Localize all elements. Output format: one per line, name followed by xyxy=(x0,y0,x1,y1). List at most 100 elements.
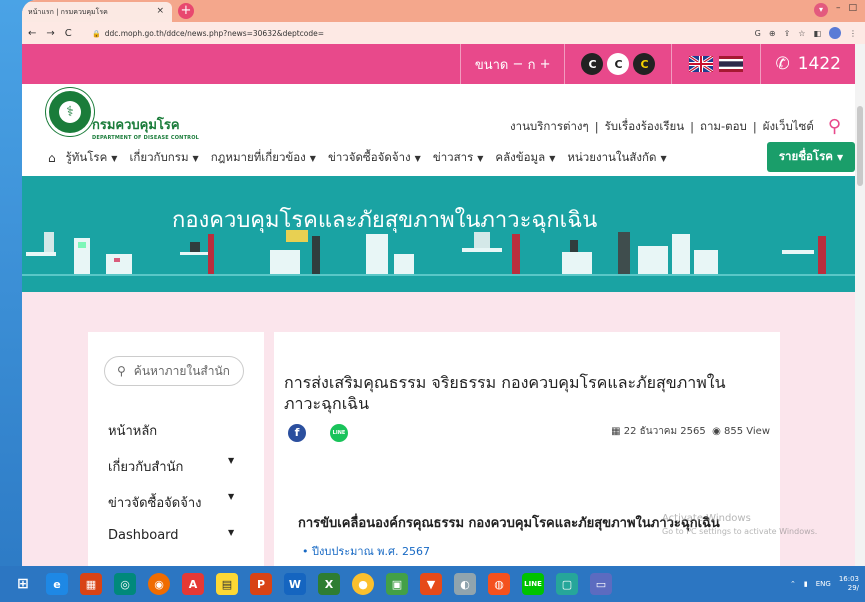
separator: | xyxy=(752,119,757,134)
network-icon[interactable]: ▮ xyxy=(804,580,808,588)
excel-icon[interactable]: X xyxy=(318,573,340,595)
link-sitemap[interactable]: ผังเว็บไซต์ xyxy=(763,118,814,136)
menu-item-units[interactable]: หน่วยงานในสังกัด ▼ xyxy=(567,149,666,167)
sidebar-item-dashboard[interactable]: Dashboard ▼ xyxy=(108,528,234,543)
ddc-logo[interactable]: ⚕ xyxy=(46,88,94,136)
forward-button[interactable]: → xyxy=(46,28,54,39)
line-app-icon[interactable]: LINE xyxy=(522,573,544,595)
minimize-button[interactable]: – xyxy=(836,3,841,17)
font-normal-button[interactable]: ก xyxy=(528,54,536,75)
menu-kebab-icon[interactable]: ⋮ xyxy=(849,29,857,38)
maximize-button[interactable]: □ xyxy=(848,3,857,17)
chevron-down-icon: ▼ xyxy=(192,154,199,163)
contrast-dark-button[interactable]: C xyxy=(581,53,604,75)
chrome-icon[interactable]: ● xyxy=(352,573,374,595)
powerpoint-icon[interactable]: P xyxy=(250,573,272,595)
sidepanel-icon[interactable]: ◧ xyxy=(813,29,821,38)
reload-button[interactable]: C xyxy=(65,28,72,39)
back-button[interactable]: ← xyxy=(28,28,36,39)
contrast-yellow-button[interactable]: C xyxy=(633,53,656,75)
menu-item-procurement[interactable]: ข่าวจัดซื้อจัดจ้าง ▼ xyxy=(328,149,421,167)
font-minus-button[interactable]: − xyxy=(513,57,524,72)
tray-arrow-icon[interactable]: ⌃ xyxy=(790,580,796,588)
google-icon[interactable]: G xyxy=(755,29,761,38)
taskbar: ⊞ e ▦ ◎ ◉ A ▤ P W X ● ▣ ▼ ◐ ◍ LINE ▢ ▭ xyxy=(0,566,865,602)
thai-flag-icon[interactable] xyxy=(719,56,744,72)
menu-item-label: เกี่ยวกับกรม xyxy=(129,150,189,164)
scrollbar-thumb[interactable] xyxy=(857,106,863,186)
menu-item-diseases[interactable]: รู้ทันโรค ▼ xyxy=(66,149,118,167)
new-tab-button[interactable]: + xyxy=(178,3,194,19)
sidebar-item-about[interactable]: เกี่ยวกับสำนัก ▼ xyxy=(108,456,234,477)
calculator-icon[interactable]: ▦ xyxy=(80,573,102,595)
link-complaints[interactable]: รับเรื่องร้องเรียน xyxy=(605,118,685,136)
chevron-down-icon: ▼ xyxy=(660,154,667,163)
search-icon[interactable]: ⚲ xyxy=(828,116,841,137)
menu-item-data[interactable]: คลังข้อมูล ▼ xyxy=(495,149,555,167)
file-explorer-icon[interactable]: ▤ xyxy=(216,573,238,595)
home-icon[interactable]: ⌂ xyxy=(48,151,56,165)
disease-list-button[interactable]: รายชื่อโรค ▼ xyxy=(767,142,855,172)
share-buttons: f LINE xyxy=(288,424,348,442)
page-scrollbar[interactable] xyxy=(855,44,865,566)
clock[interactable]: 16:03 29/ xyxy=(839,575,859,593)
url-field[interactable]: 🔒 ddc.moph.go.th/ddce/news.php?news=30632… xyxy=(92,29,755,38)
firefox-icon[interactable]: ◉ xyxy=(148,573,170,595)
sidebar-item-label: หน้าหลัก xyxy=(108,424,158,439)
chevron-down-icon: ▼ xyxy=(836,152,844,162)
clock-time: 16:03 xyxy=(838,575,859,583)
photos-icon[interactable]: ▭ xyxy=(590,573,612,595)
sidebar-item-procurement[interactable]: ข่าวจัดซื้อจัดจ้าง ▼ xyxy=(108,492,234,513)
line-share-icon[interactable]: LINE xyxy=(330,424,348,442)
eye-icon: ◉ xyxy=(712,426,721,437)
sidebar-item-label: Dashboard xyxy=(108,528,179,543)
media-icon[interactable]: ◐ xyxy=(454,573,476,595)
menu-item-laws[interactable]: กฎหมายที่เกี่ยวข้อง ▼ xyxy=(211,149,316,167)
menu-item-label: กฎหมายที่เกี่ยวข้อง xyxy=(210,150,306,164)
acrobat-icon[interactable]: A xyxy=(182,573,204,595)
app-icon[interactable]: ◎ xyxy=(114,573,136,595)
uk-flag-icon[interactable] xyxy=(689,56,714,72)
font-plus-button[interactable]: + xyxy=(540,57,551,72)
profile-avatar[interactable] xyxy=(829,27,841,39)
facebook-share-icon[interactable]: f xyxy=(288,424,306,442)
link-faq[interactable]: ถาม-ตอบ xyxy=(700,118,747,136)
browser-tab[interactable]: หน้าแรก | กรมควบคุมโรค × xyxy=(22,2,172,22)
brand-text[interactable]: กรมควบคุมโรค DEPARTMENT OF DISEASE CONTR… xyxy=(92,114,199,141)
menu-item-news[interactable]: ข่าวสาร ▼ xyxy=(433,149,484,167)
main-menu: ⌂ รู้ทันโรค ▼ เกี่ยวกับกรม ▼ กฎหมายที่เกี่… xyxy=(22,140,855,176)
button-label: รายชื่อโรค xyxy=(778,149,833,163)
sidebar-search-input[interactable]: ⚲ ค้นหาภายในสำนัก xyxy=(104,356,244,386)
watermark-title: Activate Windows xyxy=(662,513,751,524)
hotline-number: 1422 xyxy=(797,54,841,74)
desktop: หน้าแรก | กรมควบคุมโรค × + ▾ – □ ← → C 🔒… xyxy=(0,0,865,602)
chrome-active-icon[interactable]: ◍ xyxy=(488,573,510,595)
org-name-thai: กรมควบคุมโรค xyxy=(92,118,180,133)
app-icon-3[interactable]: ▢ xyxy=(556,573,578,595)
link-services[interactable]: งานบริการต่างๆ xyxy=(510,118,589,136)
contrast-light-button[interactable]: C xyxy=(607,53,630,75)
share-icon[interactable]: ⇪ xyxy=(784,29,791,38)
lock-icon: 🔒 xyxy=(92,29,101,38)
word-icon[interactable]: W xyxy=(284,573,306,595)
zoom-icon[interactable]: ⊕ xyxy=(769,29,776,38)
ie-icon[interactable]: e xyxy=(46,573,68,595)
font-size-controls: ขนาด − ก + xyxy=(459,44,565,84)
start-button[interactable]: ⊞ xyxy=(12,573,34,595)
app-icon-2[interactable]: ▣ xyxy=(386,573,408,595)
fiscal-year-link[interactable]: • ปีงบประมาณ พ.ศ. 2567 xyxy=(302,542,430,560)
calendar-icon: ▦ xyxy=(611,426,621,437)
bookmark-star-icon[interactable]: ☆ xyxy=(798,29,805,38)
menu-item-about[interactable]: เกี่ยวกับกรม ▼ xyxy=(129,149,198,167)
chevron-down-icon: ▼ xyxy=(309,154,316,163)
language-indicator[interactable]: ENG xyxy=(816,580,831,588)
tab-close-icon[interactable]: × xyxy=(156,6,164,16)
brave-icon[interactable]: ▼ xyxy=(420,573,442,595)
header-links: งานบริการต่างๆ | รับเรื่องร้องเรียน | ถา… xyxy=(510,116,841,137)
tab-search-icon[interactable]: ▾ xyxy=(813,3,828,17)
chevron-down-icon: ▼ xyxy=(228,528,235,537)
hotline[interactable]: ✆ 1422 xyxy=(760,44,855,84)
system-tray: ⌃ ▮ ENG 16:03 29/ xyxy=(790,566,859,602)
sidebar-item-home[interactable]: หน้าหลัก xyxy=(108,420,157,441)
accessibility-bar: ขนาด − ก + C C C ✆ 1422 xyxy=(22,44,855,84)
